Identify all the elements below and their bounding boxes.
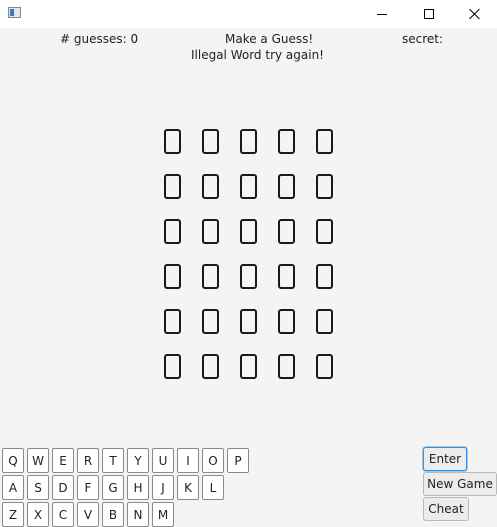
letter-tile — [240, 219, 257, 244]
board-row — [164, 354, 335, 399]
title-bar — [0, 0, 497, 28]
close-icon — [469, 8, 481, 20]
letter-tile — [278, 309, 295, 334]
key-i[interactable]: I — [177, 448, 199, 473]
enter-button[interactable]: Enter — [423, 447, 467, 471]
keyboard-row-3: ZXCVBNM — [2, 502, 177, 527]
key-x[interactable]: X — [27, 502, 49, 527]
key-h[interactable]: H — [127, 475, 149, 500]
key-s[interactable]: S — [27, 475, 49, 500]
message-label: Illegal Word try again! — [191, 48, 324, 62]
secret-label: secret: — [402, 32, 444, 46]
key-k[interactable]: K — [177, 475, 199, 500]
board-row — [164, 309, 335, 354]
letter-tile — [164, 219, 181, 244]
close-button[interactable] — [452, 0, 497, 28]
letter-tile — [164, 129, 181, 154]
key-z[interactable]: Z — [2, 502, 24, 527]
letter-tile — [316, 354, 333, 379]
key-b[interactable]: B — [102, 502, 124, 527]
letter-tile — [240, 309, 257, 334]
new-game-button[interactable]: New Game — [423, 472, 497, 496]
board-row — [164, 174, 335, 219]
letter-tile — [164, 354, 181, 379]
key-u[interactable]: U — [152, 448, 174, 473]
key-g[interactable]: G — [102, 475, 124, 500]
app-window-icon — [8, 7, 21, 18]
key-r[interactable]: R — [77, 448, 99, 473]
key-t[interactable]: T — [102, 448, 124, 473]
key-v[interactable]: V — [77, 502, 99, 527]
minimize-icon — [377, 14, 387, 15]
letter-tile — [202, 174, 219, 199]
letter-tile — [316, 129, 333, 154]
letter-tile — [240, 174, 257, 199]
key-m[interactable]: M — [152, 502, 174, 527]
key-f[interactable]: F — [77, 475, 99, 500]
key-d[interactable]: D — [52, 475, 74, 500]
board-row — [164, 129, 335, 174]
key-c[interactable]: C — [52, 502, 74, 527]
letter-tile — [202, 264, 219, 289]
letter-tile — [240, 354, 257, 379]
board-row — [164, 264, 335, 309]
key-o[interactable]: O — [202, 448, 224, 473]
letter-tile — [316, 219, 333, 244]
key-n[interactable]: N — [127, 502, 149, 527]
key-q[interactable]: Q — [2, 448, 24, 473]
letter-tile — [316, 264, 333, 289]
letter-tile — [202, 354, 219, 379]
letter-tile — [278, 174, 295, 199]
board-row — [164, 219, 335, 264]
guess-board — [164, 129, 335, 399]
letter-tile — [202, 219, 219, 244]
key-y[interactable]: Y — [127, 448, 149, 473]
keyboard-row-2: ASDFGHJKL — [2, 475, 227, 500]
maximize-icon — [424, 9, 434, 19]
cheat-button[interactable]: Cheat — [423, 497, 469, 521]
letter-tile — [278, 354, 295, 379]
key-e[interactable]: E — [52, 448, 74, 473]
key-l[interactable]: L — [202, 475, 224, 500]
minimize-button[interactable] — [360, 0, 406, 28]
letter-tile — [278, 219, 295, 244]
letter-tile — [278, 129, 295, 154]
letter-tile — [278, 264, 295, 289]
letter-tile — [202, 309, 219, 334]
letter-tile — [316, 309, 333, 334]
letter-tile — [240, 129, 257, 154]
letter-tile — [240, 264, 257, 289]
letter-tile — [164, 309, 181, 334]
keyboard-row-1: QWERTYUIOP — [2, 448, 252, 473]
key-w[interactable]: W — [27, 448, 49, 473]
key-a[interactable]: A — [2, 475, 24, 500]
prompt-label: Make a Guess! — [225, 32, 314, 46]
key-j[interactable]: J — [152, 475, 174, 500]
maximize-button[interactable] — [406, 0, 452, 28]
letter-tile — [202, 129, 219, 154]
letter-tile — [164, 264, 181, 289]
letter-tile — [316, 174, 333, 199]
letter-tile — [164, 174, 181, 199]
key-p[interactable]: P — [227, 448, 249, 473]
guess-count-label: # guesses: 0 — [60, 32, 139, 46]
